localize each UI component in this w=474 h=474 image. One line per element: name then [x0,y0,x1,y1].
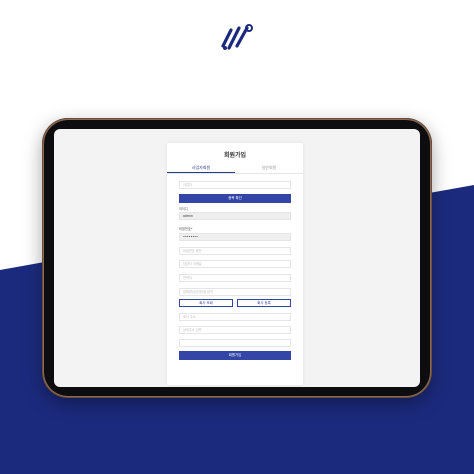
tablet-screen: 회원가입 사업자회원 일반회원 사업자 중복 확인 아이디 admin 비밀번호… [54,129,420,387]
tablet-device: 회원가입 사업자회원 일반회원 사업자 중복 확인 아이디 admin 비밀번호… [42,118,432,398]
signup-card: 회원가입 사업자회원 일반회원 사업자 중복 확인 아이디 admin 비밀번호… [167,143,303,385]
business-number-input[interactable]: 사업자 [179,181,291,189]
password-input[interactable]: •••••••• [179,233,291,241]
company-search-button[interactable]: 회사 조회 [179,299,233,307]
phone-input[interactable]: 연락처 [179,274,291,282]
password-confirm-input[interactable]: 비밀번호 확인 [179,247,291,255]
address-input[interactable]: 회사 주소 [179,313,291,321]
tab-general-member[interactable]: 일반회원 [235,162,303,173]
company-register-button[interactable]: 회사 등록 [237,299,291,307]
verify-button[interactable]: 중복 확인 [179,194,291,203]
extra-input[interactable] [179,339,291,347]
tab-business-member[interactable]: 사업자회원 [167,162,235,173]
signup-submit-button[interactable]: 회원가입 [179,351,291,360]
company-name-input[interactable]: 업체명(상호명)을 입력 [179,288,291,296]
member-type-tabs: 사업자회원 일반회원 [167,162,303,174]
logo-icon [221,24,253,50]
id-input[interactable]: admin [179,212,291,220]
page-title: 회원가입 [223,152,247,159]
password-label: 비밀번호* [179,227,193,231]
address-detail-input[interactable]: 상세주소 입력 [179,326,291,334]
id-label: 아이디 [179,207,188,211]
email-input[interactable]: 담당자 이메일 [179,260,291,268]
